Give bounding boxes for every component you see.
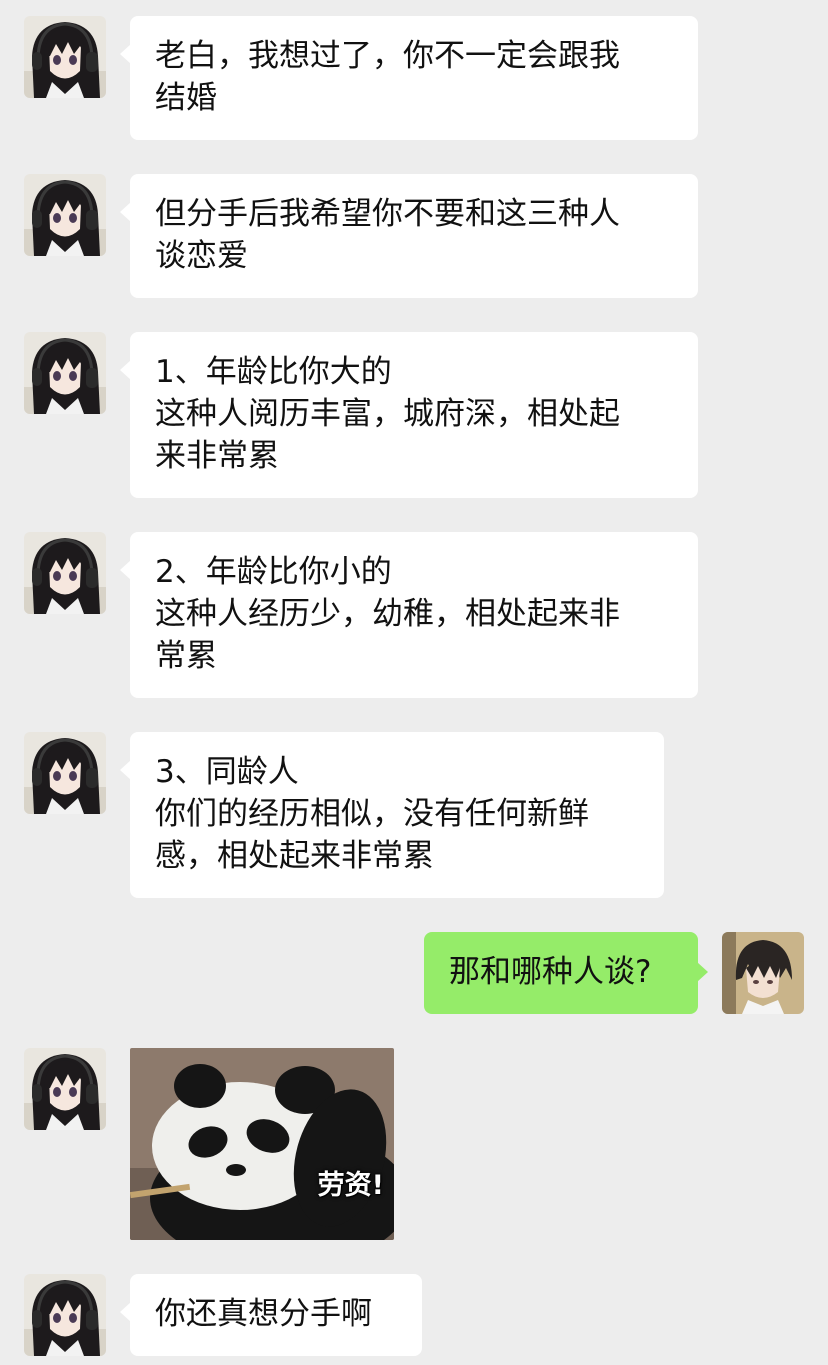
message-text-line: 结婚: [155, 80, 217, 116]
message-text-line: 但分手后我希望你不要和这三种人: [155, 196, 620, 232]
message-text-line: 你们的经历相似，没有任何新鲜: [155, 796, 589, 832]
message-text-line: 来非常累: [155, 438, 279, 474]
message-text-line: 1、年龄比你大的: [155, 354, 392, 390]
contact-avatar[interactable]: [24, 1274, 106, 1356]
my-avatar[interactable]: [722, 932, 804, 1014]
message-bubble[interactable]: 3、同龄人 你们的经历相似，没有任何新鲜 感，相处起来非常累: [120, 732, 664, 898]
contact-avatar[interactable]: [24, 532, 106, 614]
contact-avatar[interactable]: [24, 732, 106, 814]
message-text-line: 老白，我想过了，你不一定会跟我: [155, 38, 620, 74]
message-text-line: 这种人阅历丰富，城府深，相处起: [155, 396, 620, 432]
message-text-line: 感，相处起来非常累: [155, 838, 434, 874]
chat-conversation: 老白，我想过了，你不一定会跟我 结婚 但分手后我希望你不要和这三种人 谈恋爱 1…: [0, 0, 828, 1365]
contact-avatar[interactable]: [24, 16, 106, 98]
message-text-line: 这种人经历少，幼稚，相处起来非: [155, 596, 620, 632]
sticker-caption: 劳资!: [317, 1170, 384, 1201]
message-text-line: 3、同龄人: [155, 754, 299, 790]
message-text-line: 你还真想分手啊: [155, 1296, 372, 1332]
message-text-line: 2、年龄比你小的: [155, 554, 392, 590]
message-text-line: 那和哪种人谈?: [449, 954, 652, 990]
message-bubble[interactable]: 老白，我想过了，你不一定会跟我 结婚: [120, 16, 698, 140]
message-bubble[interactable]: 你还真想分手啊: [120, 1274, 422, 1356]
message-text-line: 谈恋爱: [155, 238, 248, 274]
contact-avatar[interactable]: [24, 174, 106, 256]
my-message-bubble[interactable]: 那和哪种人谈?: [424, 932, 708, 1014]
message-bubble[interactable]: 但分手后我希望你不要和这三种人 谈恋爱: [120, 174, 698, 298]
message-bubble[interactable]: 2、年龄比你小的 这种人经历少，幼稚，相处起来非 常累: [120, 532, 698, 698]
message-text-line: 常累: [155, 638, 217, 674]
contact-avatar[interactable]: [24, 1048, 106, 1130]
message-bubble[interactable]: 1、年龄比你大的 这种人阅历丰富，城府深，相处起 来非常累: [120, 332, 698, 498]
contact-avatar[interactable]: [24, 332, 106, 414]
panda-sticker-image[interactable]: 劳资!: [130, 1048, 394, 1240]
